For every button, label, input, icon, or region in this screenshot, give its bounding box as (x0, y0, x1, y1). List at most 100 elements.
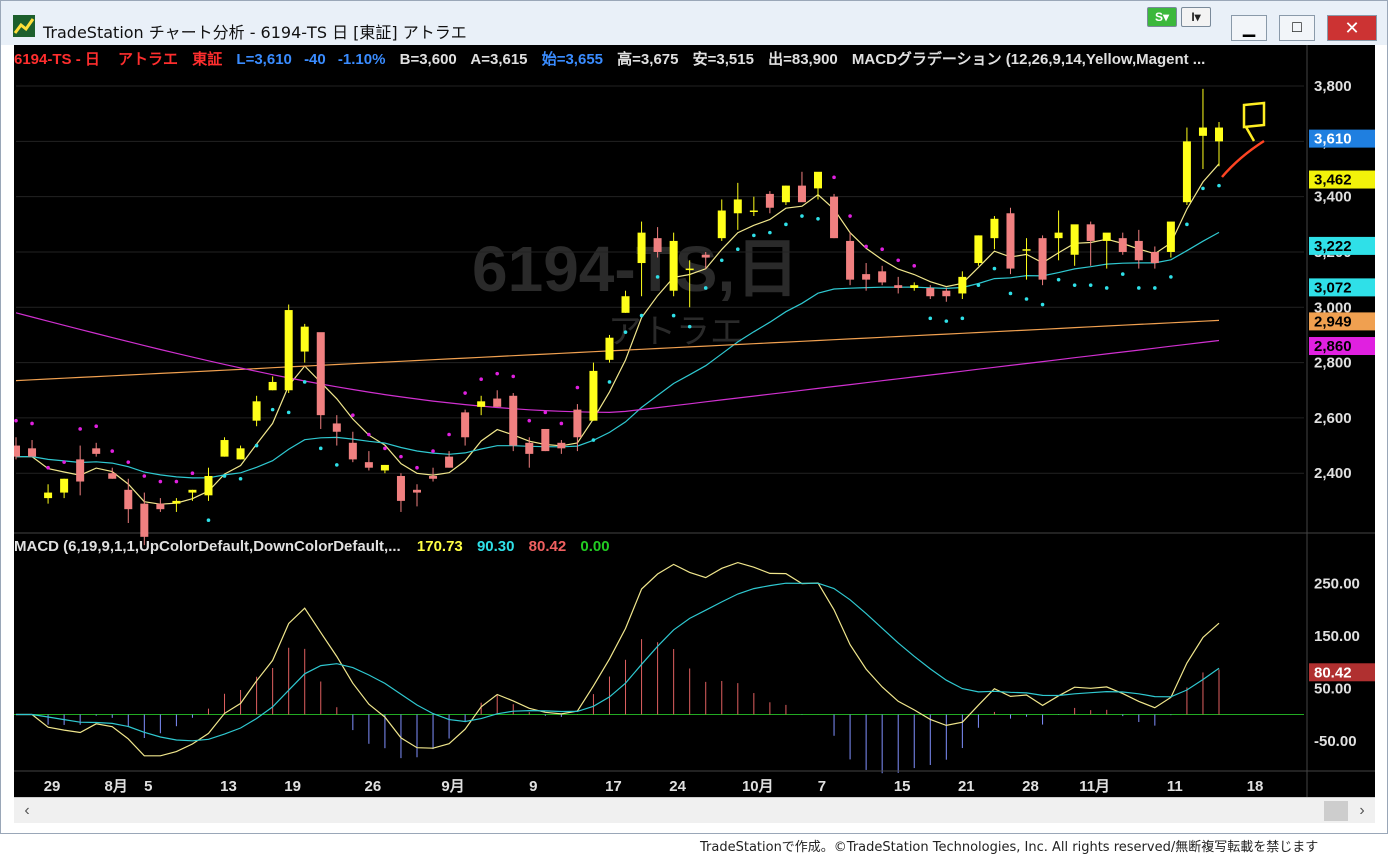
psar-dot (62, 460, 66, 464)
psar-dot (142, 474, 147, 478)
date-tick-label: 18 (1247, 778, 1264, 795)
date-tick-label: 26 (364, 778, 381, 795)
macd-tick-label: 50.00 (1314, 680, 1352, 697)
header-quote-line: 6194-TS - 日 アトラエ 東証 L=3,610 -40 -1.10% B… (14, 50, 1205, 68)
psar-dot (431, 449, 435, 453)
indicator-label: MACDグラデーション (12,26,9,14,Yellow,Magent ..… (852, 50, 1205, 68)
psar-dot (960, 316, 965, 321)
maximize-button[interactable]: □ (1279, 15, 1315, 41)
candle-body (1022, 249, 1031, 251)
candle-body (958, 276, 967, 294)
psar-dot (607, 380, 612, 384)
candle-body (797, 185, 806, 203)
psar-dot (543, 410, 548, 415)
candle-body (236, 448, 245, 460)
volume-value: 出=83,900 (768, 50, 838, 68)
psar-dot (1056, 277, 1061, 282)
candle-body (765, 193, 774, 208)
date-tick-label: 19 (284, 778, 301, 795)
flag-annotation (1242, 101, 1266, 142)
psar-dot (575, 385, 580, 390)
psar-dot (190, 471, 195, 476)
date-tick-label: 10月 (742, 778, 774, 795)
candle-body (44, 492, 53, 499)
candle-body (1118, 238, 1127, 252)
macd-value-tag-label: 80.42 (1314, 664, 1352, 681)
psar-dot (1185, 222, 1189, 227)
date-tick-label: 13 (220, 778, 237, 795)
date-tick-label: 9 (529, 778, 537, 795)
price-tick-label: 2,600 (1314, 410, 1352, 427)
scroll-left-icon[interactable]: ‹ (18, 802, 36, 820)
ask-price: A=3,615 (470, 51, 527, 68)
title-bar[interactable]: TradeStation チャート分析 - 6194-TS 日 [東証] アトラ… (1, 1, 1387, 45)
psar-dot (1217, 183, 1221, 188)
psar-dot (415, 465, 419, 470)
price-tag-label: 3,462 (1314, 172, 1352, 189)
psar-dot (367, 432, 371, 437)
candle-body (1102, 232, 1111, 241)
psar-dot (1040, 302, 1045, 307)
psar-dot (992, 266, 997, 271)
candle-body (445, 456, 454, 468)
horizontal-scrollbar[interactable]: ‹ › (14, 797, 1375, 823)
psar-dot (222, 474, 227, 478)
change-pct: -1.10% (338, 51, 386, 68)
candle-body (172, 500, 181, 504)
psar-dot (623, 330, 628, 334)
candle-body (589, 370, 598, 421)
candle-body (28, 448, 37, 457)
scroll-right-icon[interactable]: › (1353, 802, 1371, 820)
candle-body (413, 489, 421, 493)
candle-body (525, 442, 534, 454)
psar-dot (158, 479, 163, 484)
minimize-icon: ▁ (1242, 20, 1256, 37)
candle-body (396, 475, 405, 501)
price-tick-label: 2,800 (1314, 355, 1352, 372)
price-tag-label: 3,610 (1314, 131, 1352, 148)
candle-body (140, 503, 149, 537)
psar-dot (784, 222, 788, 227)
psar-dot (351, 413, 355, 417)
psar-dot (559, 421, 564, 426)
macd-signal-line (16, 582, 1220, 742)
bid-price: B=3,600 (400, 51, 457, 68)
macd-tick-label: 150.00 (1314, 628, 1360, 645)
macd-tick-label: 250.00 (1314, 575, 1360, 592)
strategy-badge-button[interactable]: S ▾ (1147, 7, 1177, 27)
psar-dot (736, 247, 740, 252)
last-price: L=3,610 (236, 51, 291, 68)
close-button[interactable]: ✕ (1327, 15, 1377, 41)
psar-dot (94, 424, 98, 429)
date-tick-label: 11 (1167, 778, 1183, 795)
date-tick-label: 11月 (1079, 778, 1110, 795)
candle-body (894, 285, 903, 288)
candle-body (637, 232, 646, 264)
psar-dot (687, 324, 692, 329)
price-tick-label: 2,400 (1314, 465, 1352, 482)
psar-dot (719, 258, 724, 263)
chart-area[interactable]: 6194-TS,日 アトラエ 6194-TS - 日 アトラエ 東証 L=3,6… (12, 45, 1375, 797)
minimize-button[interactable]: ▁ (1231, 15, 1267, 41)
candle-body (493, 398, 502, 407)
psar-dot (1201, 186, 1205, 191)
psar-dot (335, 463, 339, 467)
indicator-badge-button[interactable]: I ▾ (1181, 7, 1211, 27)
price-chart-svg[interactable]: 6194-TS,日 アトラエ 6194-TS - 日 アトラエ 東証 L=3,6… (12, 45, 1375, 797)
psar-dot (511, 374, 516, 379)
psar-dot (816, 217, 820, 221)
psar-dot (1024, 297, 1029, 301)
psar-dot (527, 418, 532, 423)
candle-body (830, 196, 839, 239)
psar-dot (463, 391, 467, 395)
candle-body (332, 423, 341, 432)
candle-body (188, 489, 197, 493)
hist-value: 80.42 (529, 538, 567, 555)
psar-dot (206, 518, 211, 523)
psar-dot (639, 313, 644, 318)
candle-body (1038, 238, 1047, 280)
macd-line (16, 561, 1220, 757)
price-tag-label: 3,072 (1314, 279, 1352, 296)
scroll-thumb[interactable] (1324, 801, 1348, 821)
hand-drawn-annotation (1221, 139, 1265, 178)
